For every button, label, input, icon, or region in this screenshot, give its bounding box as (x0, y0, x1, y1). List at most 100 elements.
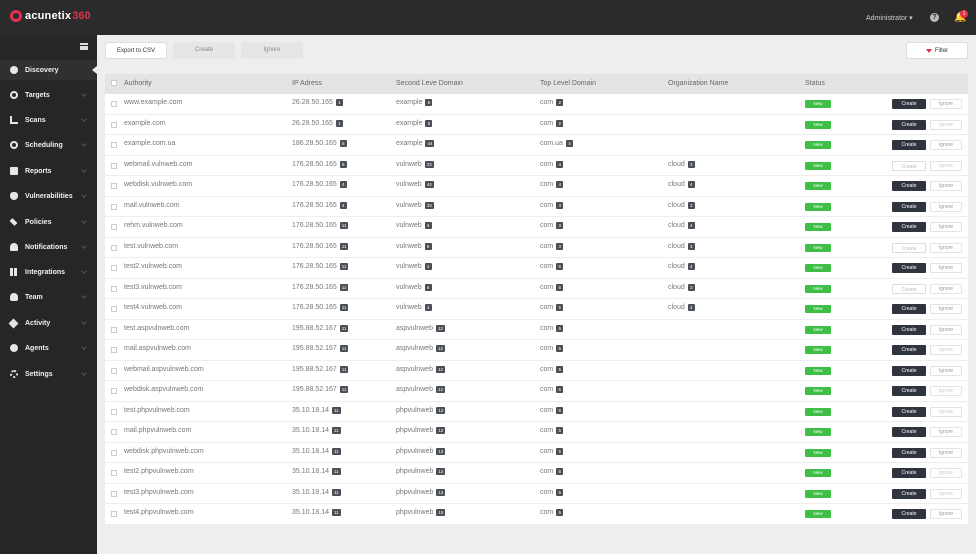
row-create-button[interactable]: Create (892, 406, 926, 417)
authority-cell[interactable]: test.phpvulnweb.com (124, 407, 190, 414)
authority-cell[interactable]: test4.phpvulnweb.com (124, 509, 194, 516)
row-ignore-button[interactable]: Ignore (930, 406, 962, 417)
sidebar-item-scans[interactable]: Scans (0, 110, 97, 130)
row-ignore-button[interactable]: Ignore (930, 304, 962, 314)
row-create-button[interactable]: Create (892, 509, 926, 519)
row-ignore-button[interactable]: Ignore (930, 201, 962, 212)
row-ignore-button[interactable]: Ignore (930, 324, 962, 335)
sidebar-item-settings[interactable]: Settings (0, 364, 97, 384)
row-checkbox[interactable] (111, 429, 117, 435)
row-ignore-button[interactable]: Ignore (930, 242, 962, 253)
row-create-button[interactable]: Create (892, 427, 926, 437)
row-create-button[interactable]: Create (892, 304, 926, 314)
row-create-button[interactable]: Create (892, 447, 926, 458)
sidebar-item-policies[interactable]: Policies (0, 212, 97, 232)
row-create-button[interactable]: Create (892, 365, 926, 376)
sidebar-item-team[interactable]: Team (0, 287, 97, 307)
row-ignore-button[interactable]: Ignore (930, 222, 962, 232)
row-checkbox[interactable] (111, 244, 117, 251)
row-create-button[interactable]: Create (892, 386, 926, 396)
row-create-button[interactable]: Create (892, 99, 926, 109)
authority-cell[interactable]: webdisk.vulnweb.com (124, 181, 192, 188)
select-all-checkbox[interactable] (111, 80, 117, 86)
app-logo[interactable]: acunetix 360 (10, 10, 91, 22)
row-checkbox[interactable] (111, 203, 117, 210)
menu-toggle-icon[interactable] (80, 43, 88, 50)
row-checkbox[interactable] (111, 142, 117, 148)
row-create-button[interactable]: Create (892, 283, 926, 294)
header-authority[interactable]: Authority (124, 80, 152, 87)
row-checkbox[interactable] (111, 101, 117, 107)
row-create-button[interactable]: Create (892, 488, 926, 499)
authority-cell[interactable]: mail.phpvulnweb.com (124, 427, 191, 434)
row-create-button[interactable]: Create (892, 222, 926, 232)
row-checkbox[interactable] (111, 306, 117, 312)
row-create-button[interactable]: Create (892, 242, 926, 253)
header-org[interactable]: Organization Name (668, 80, 728, 87)
row-create-button[interactable]: Create (892, 345, 926, 355)
row-create-button[interactable]: Create (892, 201, 926, 212)
row-checkbox[interactable] (111, 511, 117, 517)
row-ignore-button[interactable]: Ignore (930, 160, 962, 171)
row-ignore-button[interactable]: Ignore (930, 509, 962, 519)
row-checkbox[interactable] (111, 121, 117, 128)
header-status[interactable]: Status (805, 80, 825, 87)
authority-cell[interactable]: webdisk.phpvulnweb.com (124, 448, 204, 455)
row-checkbox[interactable] (111, 470, 117, 476)
row-create-button[interactable]: Create (892, 181, 926, 191)
row-ignore-button[interactable]: Ignore (930, 386, 962, 396)
authority-cell[interactable]: test3.phpvulnweb.com (124, 489, 194, 496)
authority-cell[interactable]: test4.vulnweb.com (124, 304, 182, 311)
authority-cell[interactable]: webdisk.aspvulnweb.com (124, 386, 203, 393)
user-menu[interactable]: Administrator ▾ (866, 14, 913, 22)
authority-cell[interactable]: example.com.ua (124, 140, 175, 147)
row-create-button[interactable]: Create (892, 140, 926, 150)
sidebar-item-scheduling[interactable]: Scheduling (0, 135, 97, 155)
row-checkbox[interactable] (111, 347, 117, 353)
row-create-button[interactable]: Create (892, 324, 926, 335)
row-ignore-button[interactable]: Ignore (930, 283, 962, 294)
help-icon[interactable]: ? (930, 13, 939, 22)
sidebar-item-activity[interactable]: Activity (0, 313, 97, 333)
row-checkbox[interactable] (111, 449, 117, 456)
authority-cell[interactable]: test.vulnweb.com (124, 243, 178, 250)
row-checkbox[interactable] (111, 285, 117, 292)
authority-cell[interactable]: test.aspvulnweb.com (124, 325, 189, 332)
row-ignore-button[interactable]: Ignore (930, 181, 962, 191)
row-create-button[interactable]: Create (892, 160, 926, 171)
row-checkbox[interactable] (111, 490, 117, 497)
authority-cell[interactable]: mail.aspvulnweb.com (124, 345, 191, 352)
sidebar-item-notifications[interactable]: Notifications (0, 237, 97, 257)
authority-cell[interactable]: example.com (124, 120, 166, 127)
sidebar-item-vulnerabilities[interactable]: Vulnerabilities (0, 186, 97, 206)
sidebar-item-discovery[interactable]: Discovery (0, 60, 97, 80)
ignore-button[interactable]: Ignore (241, 42, 303, 59)
authority-cell[interactable]: test2.phpvulnweb.com (124, 468, 194, 475)
row-ignore-button[interactable]: Ignore (930, 488, 962, 499)
row-ignore-button[interactable]: Ignore (930, 263, 962, 273)
authority-cell[interactable]: www.example.com (124, 99, 182, 106)
row-ignore-button[interactable]: Ignore (930, 99, 962, 109)
authority-cell[interactable]: mail.vulnweb.com (124, 202, 180, 209)
row-create-button[interactable]: Create (892, 119, 926, 130)
create-button[interactable]: Create (173, 42, 235, 59)
authority-cell[interactable]: test3.vulnweb.com (124, 284, 182, 291)
row-ignore-button[interactable]: Ignore (930, 119, 962, 130)
row-checkbox[interactable] (111, 326, 117, 333)
row-create-button[interactable]: Create (892, 263, 926, 273)
authority-cell[interactable]: webmail.aspvulnweb.com (124, 366, 204, 373)
row-ignore-button[interactable]: Ignore (930, 365, 962, 376)
row-checkbox[interactable] (111, 265, 117, 271)
row-ignore-button[interactable]: Ignore (930, 447, 962, 458)
row-checkbox[interactable] (111, 388, 117, 394)
sidebar-item-agents[interactable]: Agents (0, 338, 97, 358)
row-checkbox[interactable] (111, 367, 117, 374)
authority-cell[interactable]: test2.vulnweb.com (124, 263, 182, 270)
row-ignore-button[interactable]: Ignore (930, 427, 962, 437)
row-checkbox[interactable] (111, 224, 117, 230)
row-ignore-button[interactable]: Ignore (930, 468, 962, 478)
authority-cell[interactable]: rehm.vulnweb.com (124, 222, 183, 229)
export-csv-button[interactable]: Export to CSV (105, 42, 167, 59)
sidebar-item-targets[interactable]: Targets (0, 85, 97, 105)
row-ignore-button[interactable]: Ignore (930, 140, 962, 150)
